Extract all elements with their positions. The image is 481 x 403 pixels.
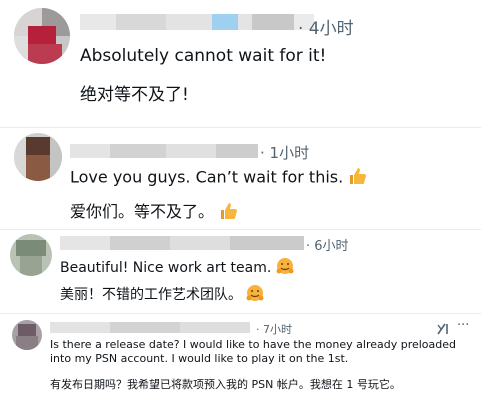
timestamp[interactable]: · 4小时 [298,14,354,39]
comment-text: Love you guys. Can’t wait for this. [70,167,344,187]
grok-icon[interactable] [436,321,450,335]
thumbs-up-emoji [348,166,368,190]
comment-text-row: Love you guys. Can’t wait for this. [70,166,368,190]
avatar[interactable] [10,234,52,276]
separator [0,127,481,128]
avatar[interactable] [14,8,70,64]
comment-translation: 爱你们。等不及了。 [70,202,215,221]
comment-translation: 绝对等不及了! [80,85,189,105]
comment-translation-row: 美丽！不错的工作艺术团队。 [60,284,264,306]
separator [0,313,481,314]
comment-text: Is there a release date? I would like to… [50,338,457,365]
comment-text: Absolutely cannot wait for it! [80,46,327,66]
blurred-username [80,14,314,30]
more-icon[interactable]: ··· [457,318,469,333]
avatar[interactable] [14,133,62,181]
thumbs-up-emoji [219,201,239,225]
blurred-username [50,322,250,333]
comment-translation-row: 爱你们。等不及了。 [70,198,239,225]
blurred-username [60,236,304,250]
timestamp[interactable]: · 6小时 [306,235,349,254]
avatar[interactable] [12,320,42,350]
timestamp[interactable]: · 7小时 [256,321,292,337]
comment-translation: 美丽！不错的工作艺术团队。 [60,287,242,303]
hugging-face-emoji [246,284,264,306]
comment-text-row: Beautiful! Nice work art team. [60,257,294,279]
separator [0,229,481,230]
blurred-username [70,144,258,158]
comment-text: Beautiful! Nice work art team. [60,260,272,276]
timestamp[interactable]: · 1小时 [260,142,309,163]
comment-translation: 有发布日期吗？我希望已将款项预入我的 PSN 帐户。我想在 1 号玩它。 [50,378,401,391]
hugging-face-emoji [276,257,294,279]
